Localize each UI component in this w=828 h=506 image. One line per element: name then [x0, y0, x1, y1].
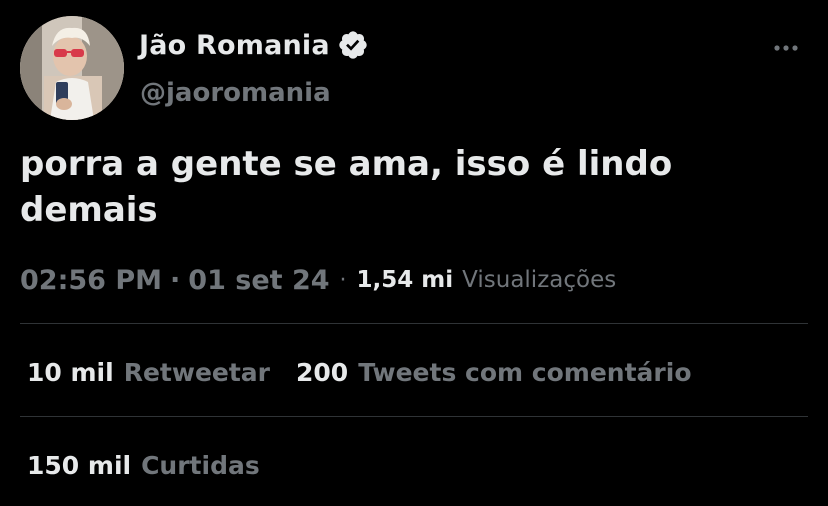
likes-label: Curtidas — [141, 450, 260, 480]
tweet-meta: 02:56 PM · 01 set 24 · 1,54 mi Visualiza… — [20, 258, 616, 302]
likes-stat[interactable]: 150 mil Curtidas — [27, 451, 260, 480]
tweet-date[interactable]: 01 set 24 — [188, 265, 329, 296]
avatar[interactable] — [20, 16, 124, 120]
author-name-row[interactable]: Jão Romania — [139, 23, 369, 67]
retweets-count: 10 mil — [27, 357, 114, 387]
views-label: Visualizações — [462, 267, 617, 293]
likes-count: 150 mil — [27, 450, 132, 480]
more-options-icon[interactable] — [770, 37, 802, 57]
divider — [20, 323, 808, 324]
author-display-name[interactable]: Jão Romania — [139, 30, 330, 61]
author-handle[interactable]: @jaoromania — [140, 78, 331, 108]
stats-row-shares: 10 mil Retweetar 200 Tweets com comentár… — [27, 350, 692, 394]
quotes-count: 200 — [296, 357, 349, 387]
verified-badge-icon — [337, 29, 369, 61]
retweets-stat[interactable]: 10 mil Retweetar — [27, 358, 270, 387]
divider — [20, 416, 808, 417]
tweet-time[interactable]: 02:56 PM — [20, 265, 162, 296]
meta-separator-views: · — [339, 267, 347, 293]
avatar-photo — [20, 16, 124, 120]
meta-separator: · — [170, 264, 181, 296]
stats-row-likes: 150 mil Curtidas — [27, 443, 260, 487]
views-count: 1,54 mi — [356, 267, 454, 293]
tweet-text: porra a gente se ama, isso é lindo demai… — [20, 144, 673, 230]
retweets-label: Retweetar — [123, 357, 271, 387]
quotes-stat[interactable]: 200 Tweets com comentário — [296, 358, 691, 387]
quotes-label: Tweets com comentário — [358, 357, 692, 387]
